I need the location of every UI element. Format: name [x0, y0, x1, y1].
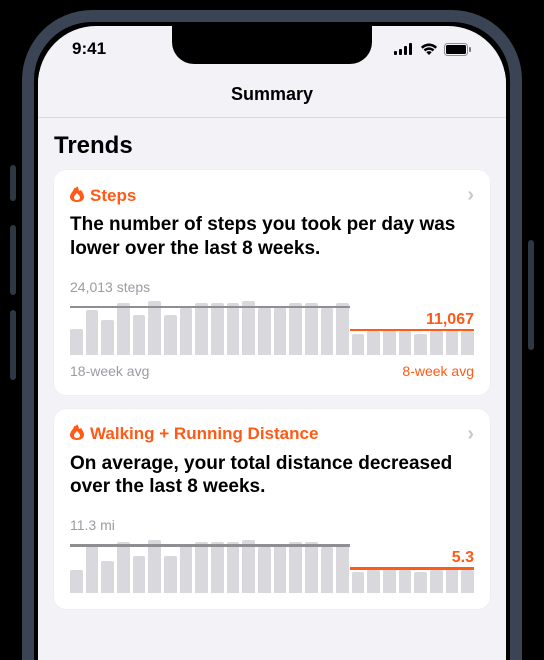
- chart-bar: [367, 570, 380, 593]
- chart-bar: [86, 544, 99, 593]
- chart-bar: [383, 567, 396, 593]
- chart-bars: 11,067: [70, 297, 474, 355]
- chart-bar: [414, 572, 427, 593]
- chart-bar: [86, 310, 99, 354]
- chart-bar: [367, 331, 380, 354]
- chart-bar: [274, 306, 287, 355]
- chart-bar: [336, 303, 349, 354]
- chart-bar: [446, 567, 459, 593]
- chart-bar: [289, 303, 302, 354]
- chart-bar: [148, 540, 161, 593]
- chart-bar: [258, 547, 271, 593]
- chart-bar: [352, 572, 365, 593]
- avg-line-short: [350, 329, 474, 332]
- side-button-volume-up[interactable]: [10, 225, 16, 295]
- wifi-icon: [420, 43, 438, 55]
- chart-bars: 5.3: [70, 535, 474, 593]
- chart-bar: [180, 544, 193, 593]
- footer-right: 8-week avg: [402, 363, 474, 379]
- nav-title: Summary: [231, 84, 313, 105]
- card-header: Walking + Running Distance ›: [70, 423, 474, 446]
- card-header: Steps ›: [70, 184, 474, 207]
- chart-bar: [133, 556, 146, 593]
- chart-bar: [352, 334, 365, 355]
- chart-bar: [227, 303, 240, 354]
- card-desc: On average, your total distance decrease…: [70, 452, 474, 500]
- phone-screen: 9:41 Summary Trends Steps › T: [38, 26, 506, 660]
- chart-bar: [321, 547, 334, 593]
- chart-bar: [211, 303, 224, 354]
- nav-bar: Summary: [38, 72, 506, 118]
- chart-bar: [305, 303, 318, 354]
- avg-short-label: 11,067: [426, 311, 474, 329]
- cellular-icon: [394, 43, 414, 55]
- chevron-right-icon: ›: [467, 423, 474, 446]
- card-title: Steps: [90, 186, 461, 206]
- side-button-volume-down[interactable]: [10, 310, 16, 380]
- chart-bar: [258, 308, 271, 354]
- chart-bar: [180, 308, 193, 354]
- chart-bar: [70, 329, 83, 355]
- footer-left: 18-week avg: [70, 363, 149, 379]
- avg-long-label: 11.3 mi: [70, 517, 474, 533]
- side-button-silence[interactable]: [10, 165, 16, 201]
- notch: [172, 26, 372, 64]
- chart-bar: [430, 570, 443, 593]
- side-button-power[interactable]: [528, 240, 534, 350]
- chart-bar: [446, 329, 459, 355]
- card-title: Walking + Running Distance: [90, 424, 461, 444]
- chart-bar: [430, 331, 443, 354]
- battery-icon: [444, 43, 472, 56]
- flame-icon: [70, 424, 84, 444]
- chart-bar: [164, 556, 177, 593]
- chart-bar: [399, 570, 412, 593]
- avg-short-label: 5.3: [452, 549, 474, 567]
- chart-bar: [195, 542, 208, 593]
- chart-bar: [211, 542, 224, 593]
- trend-card-distance[interactable]: Walking + Running Distance › On average,…: [54, 409, 490, 610]
- trend-card-steps[interactable]: Steps › The number of steps you took per…: [54, 170, 490, 395]
- chart-bar: [133, 315, 146, 354]
- chart-bar: [148, 301, 161, 354]
- chart-footer: 18-week avg 8-week avg: [70, 363, 474, 379]
- chart-bar: [101, 561, 114, 593]
- chart-bar: [461, 331, 474, 354]
- content-scroll[interactable]: Trends Steps › The number of steps you t…: [38, 118, 506, 660]
- chart-bar: [242, 540, 255, 593]
- status-indicators: [394, 43, 472, 56]
- chart-bar: [242, 301, 255, 354]
- flame-icon: [70, 186, 84, 206]
- chart-bar: [117, 303, 130, 354]
- chart-bar: [461, 570, 474, 593]
- chart-bar: [164, 315, 177, 354]
- chart-bar: [414, 334, 427, 355]
- chart-bar: [336, 544, 349, 593]
- avg-line-long: [70, 544, 350, 547]
- chart-bar: [101, 320, 114, 355]
- avg-line-short: [350, 567, 474, 570]
- chart-bar: [289, 542, 302, 593]
- chart-bar: [227, 542, 240, 593]
- chevron-right-icon: ›: [467, 184, 474, 207]
- card-desc: The number of steps you took per day was…: [70, 213, 474, 261]
- chart-bar: [274, 544, 287, 593]
- chart-bar: [399, 331, 412, 354]
- chart-bar: [195, 303, 208, 354]
- distance-chart: 11.3 mi 5.3: [70, 517, 474, 593]
- chart-bar: [305, 542, 318, 593]
- chart-bar: [70, 570, 83, 593]
- chart-bar: [383, 329, 396, 355]
- chart-bar: [321, 308, 334, 354]
- chart-bar: [117, 542, 130, 593]
- status-time: 9:41: [72, 39, 106, 59]
- avg-line-long: [70, 306, 350, 309]
- section-title: Trends: [54, 132, 490, 160]
- avg-long-label: 24,013 steps: [70, 279, 474, 295]
- steps-chart: 24,013 steps 11,067 18-week avg 8-week a…: [70, 279, 474, 379]
- phone-frame: 9:41 Summary Trends Steps › T: [22, 10, 522, 660]
